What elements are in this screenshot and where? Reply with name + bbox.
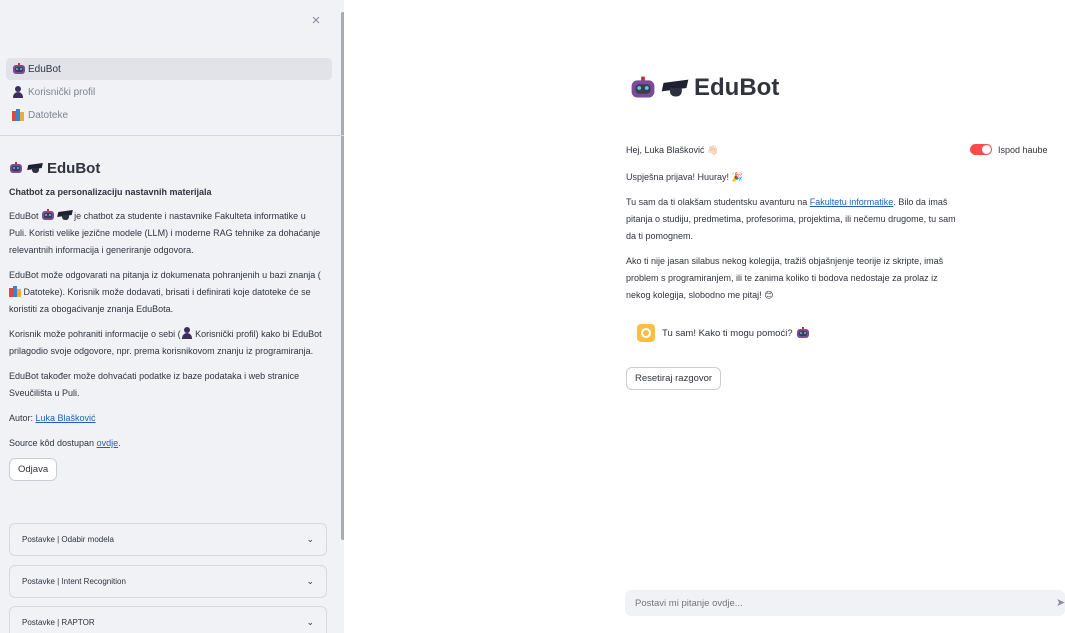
expander-label: Postavke | RAPTOR <box>22 618 95 627</box>
sidebar-item-label: Korisnički profil <box>28 86 96 98</box>
page-title-text: EduBot <box>694 74 780 101</box>
under-the-hood-toggle[interactable]: Ispod haube <box>970 144 1048 155</box>
sidebar-paragraph: EduBot također može dohvaćati podatke iz… <box>9 371 300 398</box>
app-root: × EduBot Korisnički profil Datoteke EduB… <box>0 0 1065 633</box>
login-success-text: Uspješna prijava! Huuray! 🎉 <box>626 172 743 182</box>
books-icon <box>12 109 24 121</box>
intro-paragraph: Tu sam da ti olakšam studentsku avanturu… <box>626 194 961 245</box>
close-sidebar-icon[interactable]: × <box>308 13 324 29</box>
sidebar-item-edubot[interactable]: EduBot <box>6 58 332 80</box>
help-paragraph: Ako ti nije jasan silabus nekog kolegija… <box>626 256 944 300</box>
robot-icon <box>796 327 810 339</box>
greeting-text: Hej, Luka Blašković 👋🏻 <box>626 145 719 155</box>
toggle-switch[interactable] <box>970 144 992 155</box>
author-label: Autor: <box>9 413 36 423</box>
sidebar-item-profile[interactable]: Korisnički profil <box>6 81 332 103</box>
faculty-link[interactable]: Fakultetu informatike <box>810 197 894 207</box>
assistant-message: Tu sam! Kako ti mogu pomoći? <box>637 324 810 342</box>
robot-icon <box>9 162 23 174</box>
robot-icon <box>41 209 55 221</box>
chevron-down-icon: ⌄ <box>306 576 314 586</box>
assistant-avatar-icon <box>637 324 655 342</box>
sidebar-divider <box>0 135 344 136</box>
sidebar-item-label: Datoteke <box>28 109 69 121</box>
source-line: Source kôd dostupan ovdje. <box>9 435 323 452</box>
expander-label: Postavke | Intent Recognition <box>22 577 126 586</box>
chat-input[interactable] <box>625 590 1065 616</box>
sidebar-paragraph: EduBot može odgovarati na pitanja iz dok… <box>9 267 323 318</box>
expander-raptor[interactable]: Postavke | RAPTOR ⌄ <box>9 606 327 633</box>
sidebar-paragraph: Korisnik može pohraniti informacije o se… <box>9 326 323 360</box>
sidebar-title-text: EduBot <box>47 159 101 177</box>
paragraph-text: Datoteke). Korisnik može dodavati, brisa… <box>9 287 311 314</box>
chevron-down-icon: ⌄ <box>306 534 314 544</box>
sidebar-item-files[interactable]: Datoteke <box>6 104 332 126</box>
source-end: . <box>118 438 121 448</box>
chevron-down-icon: ⌄ <box>306 617 314 627</box>
toggle-label: Ispod haube <box>998 144 1048 155</box>
sidebar: × EduBot Korisnički profil Datoteke EduB… <box>0 0 344 633</box>
person-icon <box>12 86 24 98</box>
send-icon[interactable]: ➤ <box>1056 597 1065 609</box>
sidebar-item-label: EduBot <box>28 63 61 75</box>
paragraph-text: je chatbot za studente i nastavnike Faku… <box>9 211 321 255</box>
robot-icon <box>12 63 25 75</box>
paragraph-text: EduBot može odgovarati na pitanja iz dok… <box>9 270 321 280</box>
graduation-cap-icon <box>56 209 73 221</box>
graduation-cap-icon <box>661 78 689 98</box>
paragraph-text: Korisnik može pohraniti informacije o se… <box>9 329 181 339</box>
author-line: Autor: Luka Blašković <box>9 410 323 427</box>
person-icon <box>181 327 193 339</box>
page-title: EduBot <box>630 74 779 102</box>
expander-label: Postavke | Odabir modela <box>22 535 114 544</box>
source-link[interactable]: ovdje <box>97 438 119 448</box>
source-label: Source kôd dostupan <box>9 438 97 448</box>
paragraph-text: Tu sam da ti olakšam studentsku avanturu… <box>626 197 810 207</box>
sidebar-scrollbar[interactable] <box>341 12 344 540</box>
robot-icon <box>630 76 657 100</box>
assistant-message-text: Tu sam! Kako ti mogu pomoći? <box>662 327 793 339</box>
expander-model-selection[interactable]: Postavke | Odabir modela ⌄ <box>9 523 327 556</box>
sidebar-content: EduBot Chatbot za personalizaciju nastav… <box>9 156 323 481</box>
reset-conversation-button[interactable]: Resetiraj razgovor <box>626 367 722 390</box>
author-link[interactable]: Luka Blašković <box>36 413 96 423</box>
paragraph-text: EduBot <box>9 211 39 221</box>
sidebar-nav: EduBot Korisnički profil Datoteke <box>6 58 332 127</box>
books-icon <box>9 285 21 297</box>
sidebar-paragraph: EduBot je chatbot za studente i nastavni… <box>9 208 323 259</box>
graduation-cap-icon <box>27 162 43 174</box>
sidebar-title: EduBot <box>9 156 323 180</box>
sidebar-subtitle: Chatbot za personalizaciju nastavnih mat… <box>9 187 212 197</box>
logout-button[interactable]: Odjava <box>9 458 58 481</box>
expander-intent-recognition[interactable]: Postavke | Intent Recognition ⌄ <box>9 565 327 598</box>
